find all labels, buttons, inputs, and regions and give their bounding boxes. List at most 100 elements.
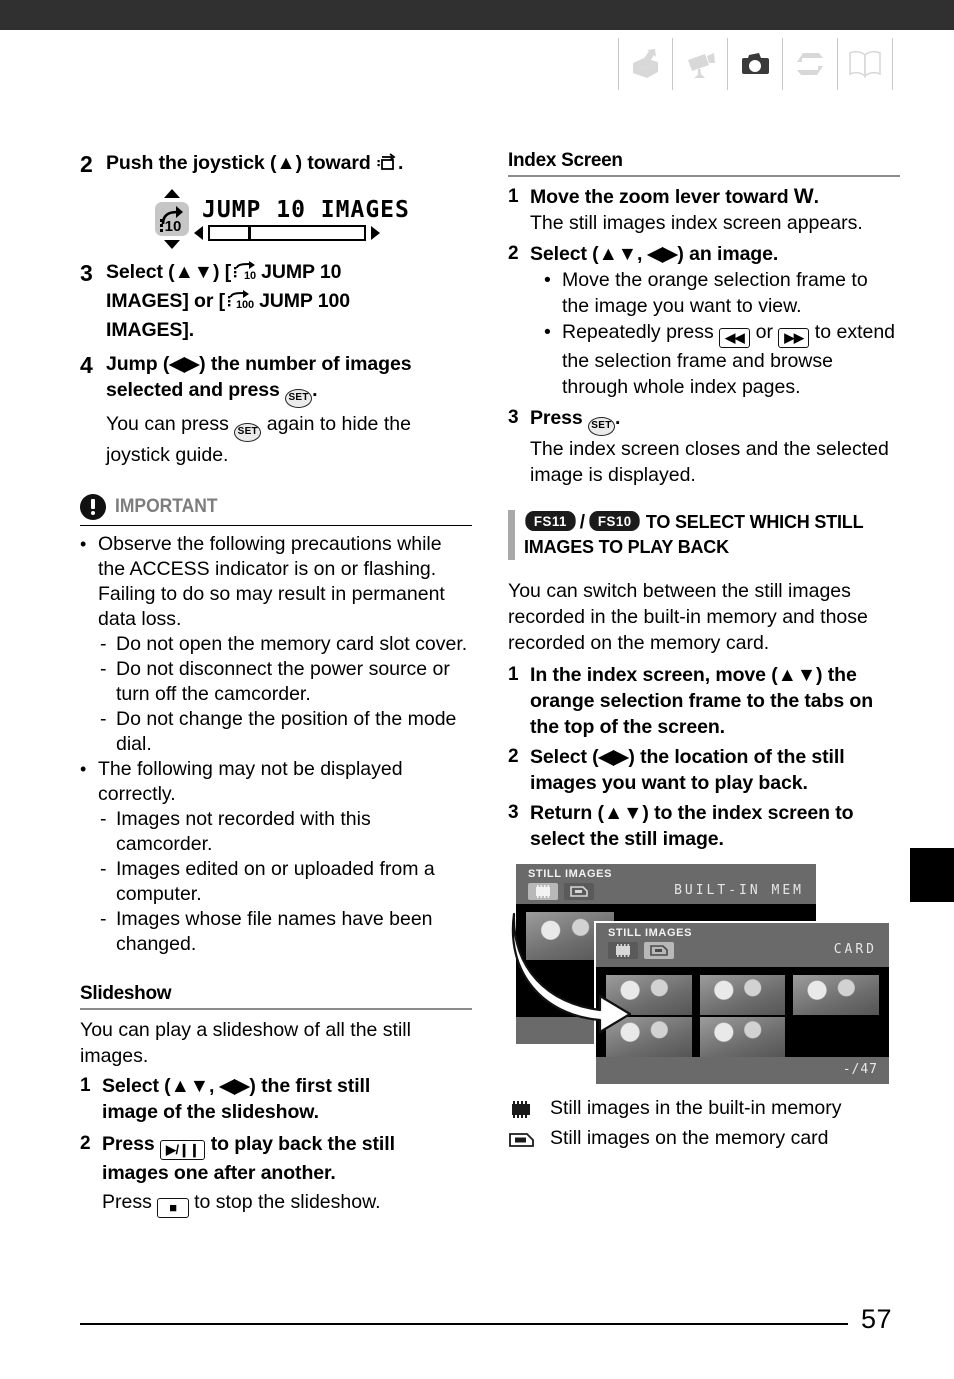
jump-100-inline-icon: 100 xyxy=(225,290,259,317)
list-item: - Images whose file names have been chang… xyxy=(100,907,472,957)
important-list-2: • The following may not be displayed cor… xyxy=(80,757,472,807)
jump-10-chip-icon: 10 xyxy=(155,202,189,236)
fs-model-section-heading: FS11/FS10 To select which still images t… xyxy=(508,510,900,560)
step-text-b: ) to the index screen to xyxy=(642,802,854,824)
jump-target-icon xyxy=(376,152,398,179)
fs-step-3: 3 Return (▲▼) to the index screen to sel… xyxy=(508,800,900,852)
step-text-b: to play back the still xyxy=(210,1133,395,1155)
rewind-button-icon: ◀◀ xyxy=(719,328,751,348)
step-text: Push the joystick (▲) toward . xyxy=(106,150,472,179)
joystick-guide-label: JUMP 10 IMAGES xyxy=(202,197,410,223)
step-period: . xyxy=(397,152,404,174)
dash-glyph: - xyxy=(100,633,107,655)
right-triangle-icon xyxy=(371,226,380,240)
tab-built-in-memory[interactable] xyxy=(528,883,558,900)
list-item-text: Images not recorded with this camcorder. xyxy=(116,808,371,855)
important-block: IMPORTANT • Observe the following precau… xyxy=(80,494,472,957)
joystick-icon-wrap: 10 xyxy=(150,189,194,249)
legend-item-memory-card: Still images on the memory card xyxy=(508,1126,900,1155)
step-text-b: ) the location of the still xyxy=(628,746,845,768)
step-note: Press ■ to stop the slideshow. xyxy=(102,1189,472,1218)
step-text-a: Press xyxy=(530,407,583,429)
step-text: Jump (◀▶) the number of images selected … xyxy=(106,351,472,408)
step-number: 1 xyxy=(508,186,519,207)
step-select-jump-option: 3 Select (▲▼) [ 10 JUMP 10 IMAGES] or [ xyxy=(80,259,472,343)
step-number: 1 xyxy=(508,664,519,685)
important-heading: IMPORTANT xyxy=(80,494,472,526)
screen-header-bar: STILL IMAGES xyxy=(516,864,816,904)
step-text-a: Jump ( xyxy=(106,353,170,375)
slideshow-intro: You can play a slideshow of all the stil… xyxy=(80,1019,411,1067)
list-item-text: Images edited on or uploaded from a comp… xyxy=(116,858,435,905)
step-number: 2 xyxy=(80,1133,91,1154)
thumbnail[interactable] xyxy=(793,975,879,1015)
step-text-c: select the still image. xyxy=(530,828,724,850)
list-item-text: Observe the following precautions while … xyxy=(98,533,445,630)
comma: , xyxy=(208,1075,220,1097)
left-right-arrows-glyph: ◀▶ xyxy=(219,1075,250,1097)
list-item: • Observe the following precautions whil… xyxy=(80,532,472,632)
step-text-e: JUMP 100 xyxy=(259,290,351,312)
dash-glyph: - xyxy=(100,858,107,880)
step-text-before: Push the joystick ( xyxy=(106,152,277,174)
list-item-text: Repeatedly press ◀◀ or ▶▶ to extend the … xyxy=(562,319,900,400)
screen-tabs xyxy=(528,883,594,900)
fs-step-1: 1 In the index screen, move (▲▼) the ora… xyxy=(508,662,900,740)
additional-information-book-icon xyxy=(838,38,893,90)
section-heading-slideshow: Slideshow xyxy=(80,983,472,1010)
list-item: - Images not recorded with this camcorder… xyxy=(100,807,472,857)
note-text-a: Press xyxy=(102,1191,152,1213)
left-column: 2 Push the joystick (▲) toward . 10 JUMP… xyxy=(80,150,472,1222)
note-text-b: to stop the slideshow. xyxy=(194,1191,381,1213)
step-number: 3 xyxy=(508,407,519,428)
index-step-1: 1 Move the zoom lever toward W. The stil… xyxy=(508,184,900,236)
step-text-a: Select ( xyxy=(102,1075,171,1097)
step-text-a: Return ( xyxy=(530,802,604,824)
screen-location-label: CARD xyxy=(833,942,877,957)
comma: , xyxy=(636,243,648,265)
footer-rule xyxy=(80,1323,848,1325)
step-text-c: JUMP 10 xyxy=(261,261,342,283)
note-text-b: again to hide the xyxy=(266,413,411,435)
dash-glyph: - xyxy=(100,658,107,680)
page-number: 57 xyxy=(860,1304,892,1334)
list-item-text: Do not open the memory card slot cover. xyxy=(116,633,468,655)
important-sublist-1: - Do not open the memory card slot cover.… xyxy=(100,632,472,757)
list-item: • Move the orange selection frame to the… xyxy=(544,267,900,319)
step-number: 2 xyxy=(508,243,519,264)
step-text-a: Select ( xyxy=(106,261,175,283)
tab-memory-card[interactable] xyxy=(564,883,594,900)
list-item-text: The following may not be displayed corre… xyxy=(98,758,403,805)
up-down-arrows-glyph: ▲▼ xyxy=(777,664,817,686)
up-down-arrows-glyph: ▲▼ xyxy=(174,261,214,283)
step-text-a: Press xyxy=(102,1133,155,1155)
legend-item-built-in-memory: Still images in the built-in memory xyxy=(508,1096,900,1125)
slideshow-step-1: 1 Select (▲▼, ◀▶) the first still image … xyxy=(80,1073,472,1125)
note-text-a: You can press xyxy=(106,413,229,435)
zoom-lever-w-label: W xyxy=(793,185,814,208)
slideshow-section: Slideshow You can play a slideshow of al… xyxy=(80,983,472,1218)
step-text: Select (▲▼, ◀▶) the first still image of… xyxy=(102,1073,472,1125)
step-text: In the index screen, move (▲▼) the orang… xyxy=(530,662,900,740)
fs-step-2: 2 Select (◀▶) the location of the still … xyxy=(508,744,900,796)
fs-title-text-1: To select which still xyxy=(645,512,864,532)
step-text-b: ) the number of images xyxy=(199,353,412,375)
joystick-guide-bar-row xyxy=(194,225,410,241)
memory-card-icon xyxy=(508,1126,550,1155)
jump-10-value: 10 xyxy=(244,270,256,281)
thumbnail[interactable] xyxy=(699,975,786,1015)
step-text: Select (◀▶) the location of the still im… xyxy=(530,744,900,796)
chapter-edge-tab xyxy=(910,848,954,902)
step-text: Press ▶/❙❙ to play back the still images… xyxy=(102,1131,472,1186)
step-text-a: Select ( xyxy=(530,746,599,768)
step-jump-and-press-set: 4 Jump (◀▶) the number of images selecte… xyxy=(80,351,472,468)
step-text-c: orange selection frame to the tabs on th… xyxy=(530,690,874,738)
index-screen-illustration: STILL IMAGES BUILT-IN MEM STILL IMAGES C… xyxy=(508,864,900,1086)
step-number: 3 xyxy=(80,260,93,286)
step-text: Select (▲▼) [ 10 JUMP 10 IMAGES] or [ 10… xyxy=(106,259,472,343)
stop-button-icon: ■ xyxy=(157,1198,189,1218)
up-down-arrows-glyph: ▲▼ xyxy=(603,802,643,824)
fs-section-title-line2: images to play back xyxy=(524,535,900,560)
screen-title: STILL IMAGES xyxy=(528,868,613,880)
thumbnail[interactable] xyxy=(699,1017,786,1057)
